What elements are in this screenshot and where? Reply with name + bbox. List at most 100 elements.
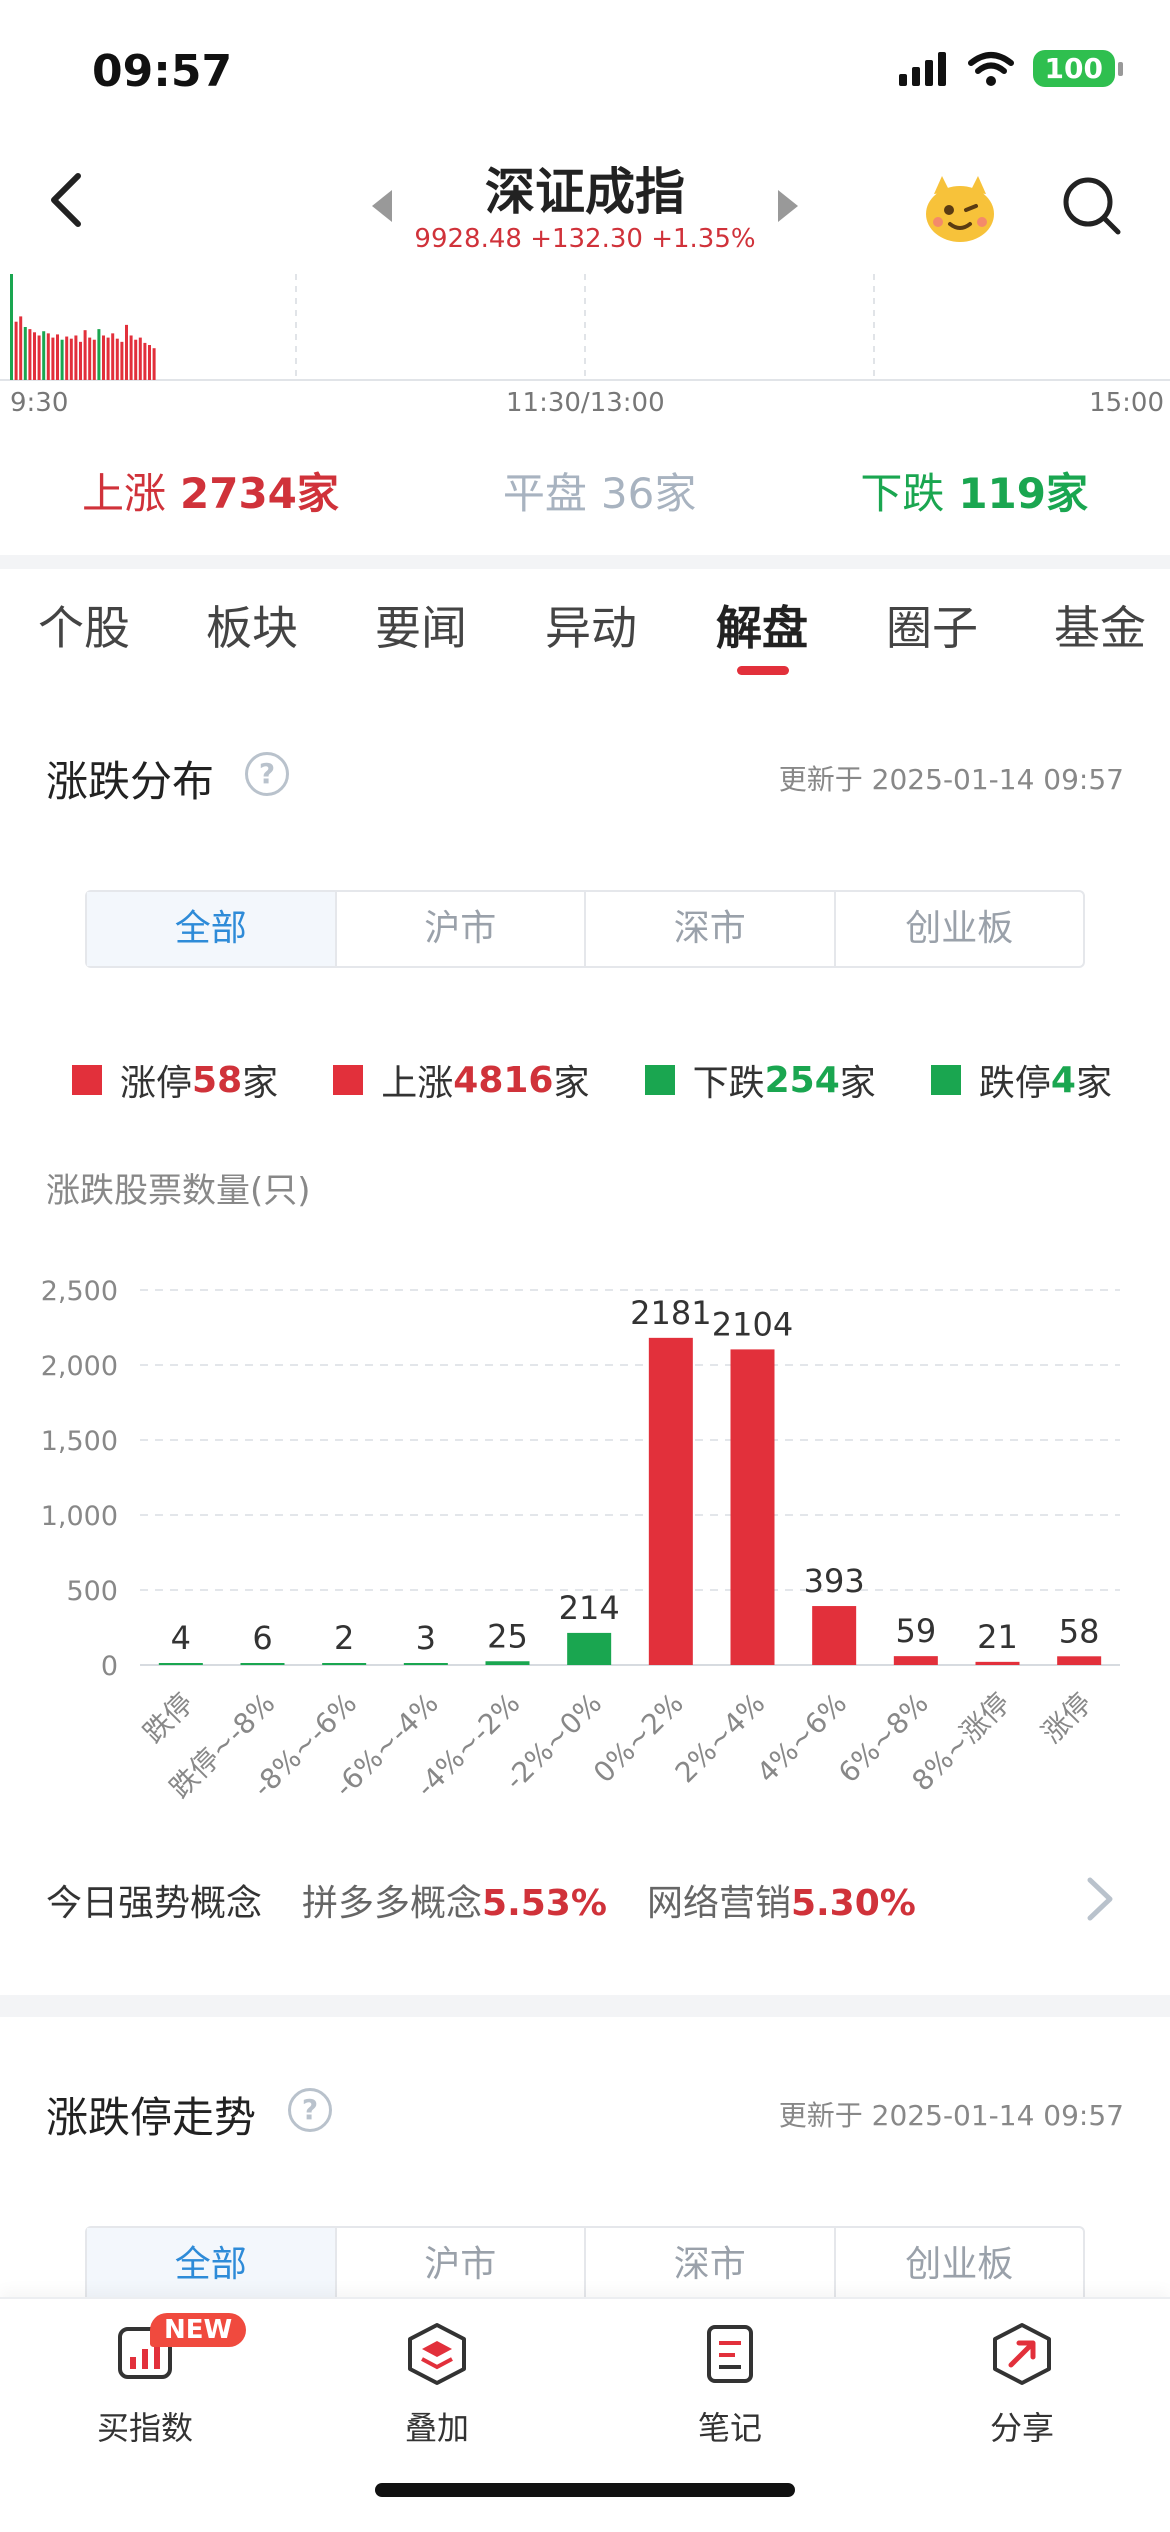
volume-bar [60,339,64,380]
cellular-signal-icon [898,51,946,86]
concept-name: 网络营销 [646,1883,791,1924]
x-tick-label: 0%~2% [587,1687,690,1790]
volume-bar [152,348,156,380]
segment-shenzhen[interactable]: 深市 [584,892,834,966]
y-tick-label: 2,000 [41,1351,118,1382]
status-bar: 09:57 100 [0,0,1170,140]
legend-value: 58 [192,1059,243,1101]
segment-chinext[interactable]: 创业板 [833,2228,1084,2302]
concept-change: 5.30% [790,1883,916,1924]
bar-value-label: 6 [252,1619,272,1657]
segment-shanghai[interactable]: 沪市 [334,892,585,966]
up-count: 上涨 2734家 [82,460,339,521]
volume-bar [88,337,92,380]
segment-all[interactable]: 全部 [87,892,335,966]
tab-sectors[interactable]: 板块 [206,592,298,658]
volume-bar [19,316,23,380]
volume-bar [148,345,151,380]
section-divider [0,1995,1170,2017]
up-count-value: 2734家 [180,468,339,518]
tab-movers[interactable]: 异动 [545,592,637,658]
share-button[interactable]: 分享 [922,2319,1122,2449]
legend-value: 4 [1050,1059,1076,1101]
nav-label: 笔记 [697,2409,762,2447]
volume-bar [97,329,101,380]
y-tick-label: 0 [101,1651,118,1682]
notes-button[interactable]: 笔记 [630,2319,830,2449]
concept-item[interactable]: 拼多多概念5.53% [302,1874,607,1926]
volume-bar [111,333,115,380]
distribution-help-icon[interactable]: ? [245,752,289,796]
x-tick-label: 2%~4% [669,1687,772,1790]
volume-bar [51,337,55,380]
limit-trend-update-time: 更新于 2025-01-14 09:57 [778,2099,1124,2132]
legend-label: 下跌 [692,1063,765,1104]
volume-bar [125,324,128,380]
tab-stocks[interactable]: 个股 [38,592,130,658]
time-label-open: 9:30 [10,388,69,418]
volume-bar [134,339,138,380]
legend-unit: 家 [242,1063,279,1104]
limit-trend-title: 涨跌停走势 [46,2093,257,2142]
home-indicator [375,2483,795,2497]
legend-unit: 家 [1075,1063,1112,1104]
down-count-label: 下跌 [860,468,945,518]
volume-bar [92,339,96,380]
legend-down: 下跌 254 家 [644,1054,876,1106]
bar-value-label: 4 [171,1619,191,1657]
chart-bar [403,1663,448,1665]
limit-trend-help-icon[interactable]: ? [288,2088,332,2132]
chart-bar [893,1656,938,1665]
distribution-title: 涨跌分布 [46,757,215,806]
volume-bar [10,274,13,380]
segment-all[interactable]: 全部 [87,2228,335,2302]
status-time: 09:57 [92,46,233,97]
buy-index-button[interactable]: NEW 买指数 [45,2313,247,2449]
legend-swatch-red [72,1065,102,1095]
bar-value-label: 58 [1059,1612,1100,1650]
volume-bar [106,337,110,380]
time-label-close: 15:00 [1089,388,1164,418]
chart-bar [975,1661,1020,1665]
active-tab-indicator [737,666,789,675]
volume-bar [42,331,46,380]
volume-bar [14,321,18,380]
legend-swatch-green [930,1065,961,1095]
chart-bar [1057,1656,1102,1665]
legend-up: 上涨 4816 家 [333,1054,589,1106]
segment-shanghai[interactable]: 沪市 [334,2228,585,2302]
volume-bar [115,338,119,380]
chart-bar [730,1349,775,1665]
volume-bar [129,335,133,380]
legend-unit: 家 [553,1063,590,1104]
tab-community[interactable]: 圈子 [886,592,978,658]
chevron-right-icon[interactable] [1080,1874,1120,1924]
legend-value: 254 [764,1059,840,1101]
tab-news[interactable]: 要闻 [375,592,467,658]
status-icons: 100 [898,50,1124,87]
bar-value-label: 2181 [630,1294,711,1332]
nav-label: 分享 [989,2409,1054,2447]
search-icon[interactable] [1060,174,1124,238]
segment-shenzhen[interactable]: 深市 [584,2228,834,2302]
flat-count: 平盘 36家 [503,460,696,521]
next-index-arrow-icon[interactable] [778,190,798,222]
market-breadth-row: 上涨 2734家 平盘 36家 下跌 119家 [0,425,1170,555]
tab-funds[interactable]: 基金 [1054,592,1146,658]
mascot-icon[interactable] [920,172,1000,244]
wifi-icon [967,51,1014,86]
segment-chinext[interactable]: 创业板 [833,892,1084,966]
strong-concepts-row[interactable]: 今日强势概念 拼多多概念5.53% 网络营销5.30% [46,1870,1126,1930]
concept-item[interactable]: 网络营销5.30% [647,1874,916,1926]
share-icon [993,2323,1051,2385]
distribution-update-time: 更新于 2025-01-14 09:57 [778,763,1124,796]
volume-bar [79,341,82,380]
nav-label: 买指数 [96,2409,193,2447]
concept-change: 5.53% [482,1883,607,1924]
intraday-volume-svg [0,274,1170,381]
x-tick-label: 跌停 [137,1687,200,1750]
volume-bar [83,330,87,380]
legend-value: 4816 [453,1059,554,1101]
overlay-button[interactable]: 叠加 [337,2319,537,2449]
tab-analysis[interactable]: 解盘 [716,592,808,658]
